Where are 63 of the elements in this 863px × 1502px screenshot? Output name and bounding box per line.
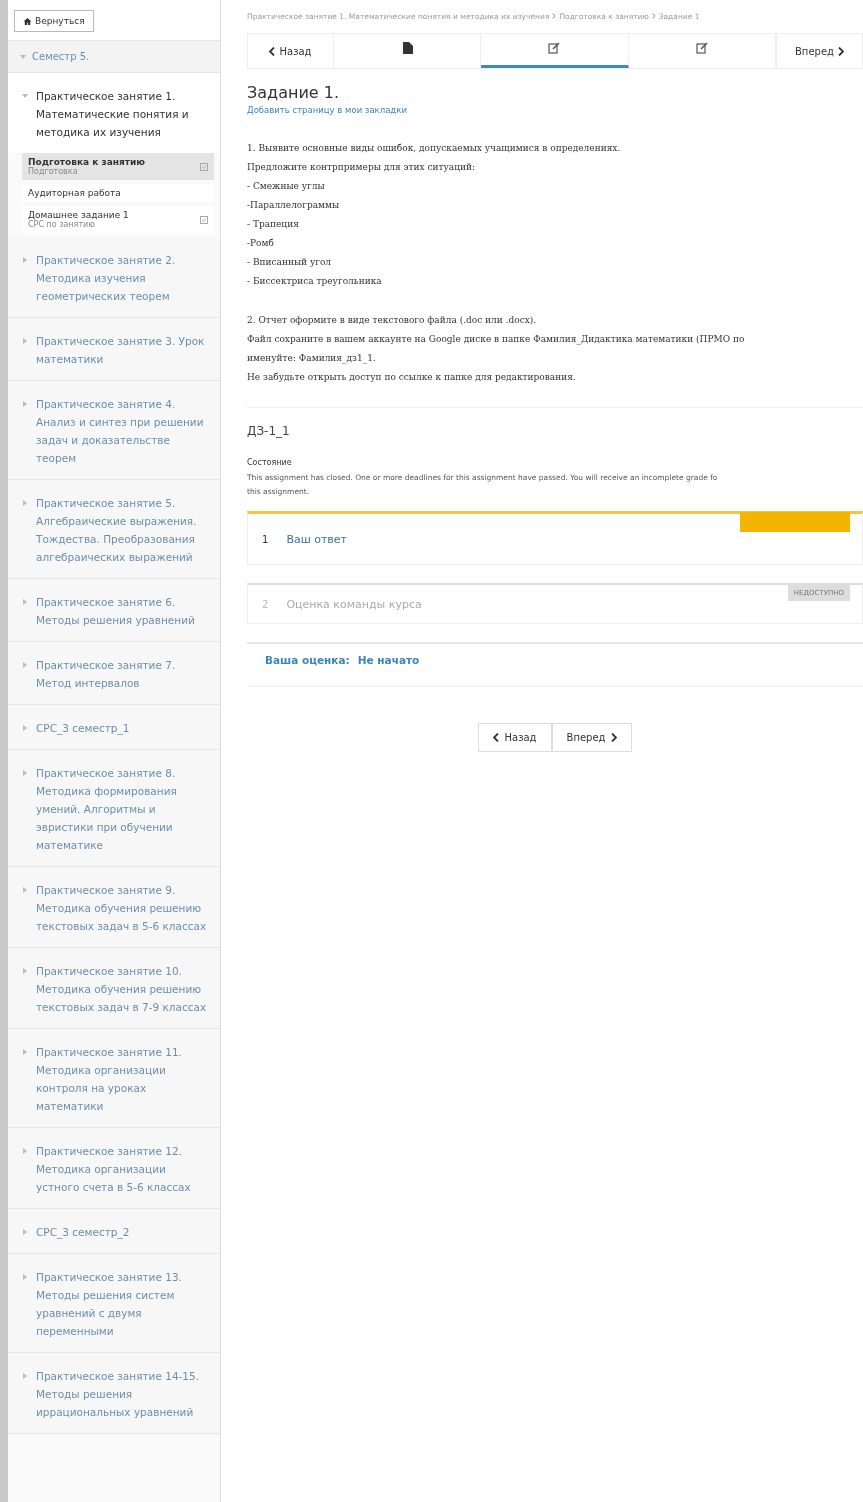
- chevron-right-icon: [611, 733, 618, 742]
- section-title: Семестр 5.: [32, 51, 90, 62]
- chevron-right-icon: [837, 46, 844, 56]
- caret-icon: [22, 1229, 28, 1235]
- grade-label: Ваша оценка:: [265, 654, 350, 666]
- caret-icon: [22, 770, 28, 776]
- subsection-subtitle: СРС по занятию: [28, 220, 96, 229]
- caret-icon: [22, 662, 28, 668]
- home-icon: [23, 16, 32, 26]
- subsection-item[interactable]: Домашнее задание 1 СРС по занятию: [22, 206, 214, 233]
- grade-value: Не начато: [357, 654, 420, 666]
- text-line: Не забудьте открыть доступ по ссылке к папке для редактирования.: [247, 371, 577, 384]
- next-button[interactable]: Вперед: [551, 723, 633, 752]
- subsection-title: Подготовка к занятию: [28, 157, 146, 167]
- edit-icon: [695, 42, 708, 54]
- text-line: 2. Отчет оформите в виде текстового файла (.doc или .docx).: [247, 314, 538, 327]
- caret-icon: [22, 257, 28, 263]
- subsection-subtitle: Подготовка: [28, 167, 78, 176]
- caret-icon: [22, 338, 28, 344]
- bookmark-link[interactable]: Добавить страницу в мои закладки: [247, 105, 407, 115]
- caret-icon: [22, 1373, 28, 1379]
- subsection-item[interactable]: Подготовка к занятию Подготовка: [22, 153, 214, 180]
- caret-icon: [22, 1274, 28, 1280]
- step-number: 1: [262, 533, 269, 545]
- caret-icon: [22, 887, 28, 893]
- text-line: Предложите контрпримеры для этих ситуаций:: [247, 161, 476, 174]
- caret-icon: [22, 725, 28, 731]
- previous-button[interactable]: Назад: [477, 723, 552, 752]
- caret-icon: [22, 1148, 28, 1154]
- caret-icon: [20, 53, 26, 60]
- text-line: - Вписанный угол: [247, 256, 333, 269]
- assignment-title: ДЗ-1_1: [247, 424, 291, 438]
- chevron-icon: [552, 13, 557, 19]
- text-line: -Ромб: [247, 237, 275, 250]
- text-line: 1. Выявите основные виды ошибок, допускаемых учащимися в определениях.: [247, 142, 622, 155]
- text-line: Файл сохраните в вашем аккаунте на Google диске в папке Фамилия_Дидактика математики (ПРМО по: [247, 333, 746, 347]
- step-title[interactable]: Оценка команды курса: [286, 597, 422, 611]
- chapter-item[interactable]: Практическое занятие 1. Математические понятия и методика их изучения: [8, 73, 220, 153]
- caret-icon: [22, 93, 28, 99]
- chevron-left-icon: [269, 46, 276, 56]
- step-number: 2: [262, 598, 269, 610]
- step-title[interactable]: Ваш ответ: [286, 532, 348, 546]
- section-header[interactable]: Семестр 5.: [8, 41, 220, 73]
- text-line: -Параллелограммы: [247, 199, 341, 212]
- subsection-title: Домашнее задание 1: [28, 210, 129, 220]
- chevron-icon: [651, 13, 656, 19]
- chevron-left-icon: [492, 733, 499, 742]
- status-label: Состояние: [247, 458, 293, 467]
- text-line: - Биссектриса треугольника: [247, 275, 383, 288]
- unit-title: Задание 1.: [247, 83, 340, 102]
- document-icon: [401, 42, 413, 54]
- caret-icon: [22, 968, 28, 974]
- text-line: - Трапеция: [247, 218, 300, 231]
- caret-icon: [22, 599, 28, 605]
- caret-icon: [22, 401, 28, 407]
- text-line: именуйте: Фамилия_дз1_1.: [247, 352, 377, 366]
- subsection-title: Аудиторная работа: [28, 188, 121, 198]
- caret-icon: [22, 1049, 28, 1055]
- caret-icon: [22, 500, 28, 506]
- edit-icon: [548, 42, 561, 54]
- subsection-item[interactable]: Аудиторная работа: [22, 184, 214, 202]
- back-button[interactable]: Вернуться: [14, 10, 94, 32]
- text-line: - Смежные углы: [247, 180, 326, 193]
